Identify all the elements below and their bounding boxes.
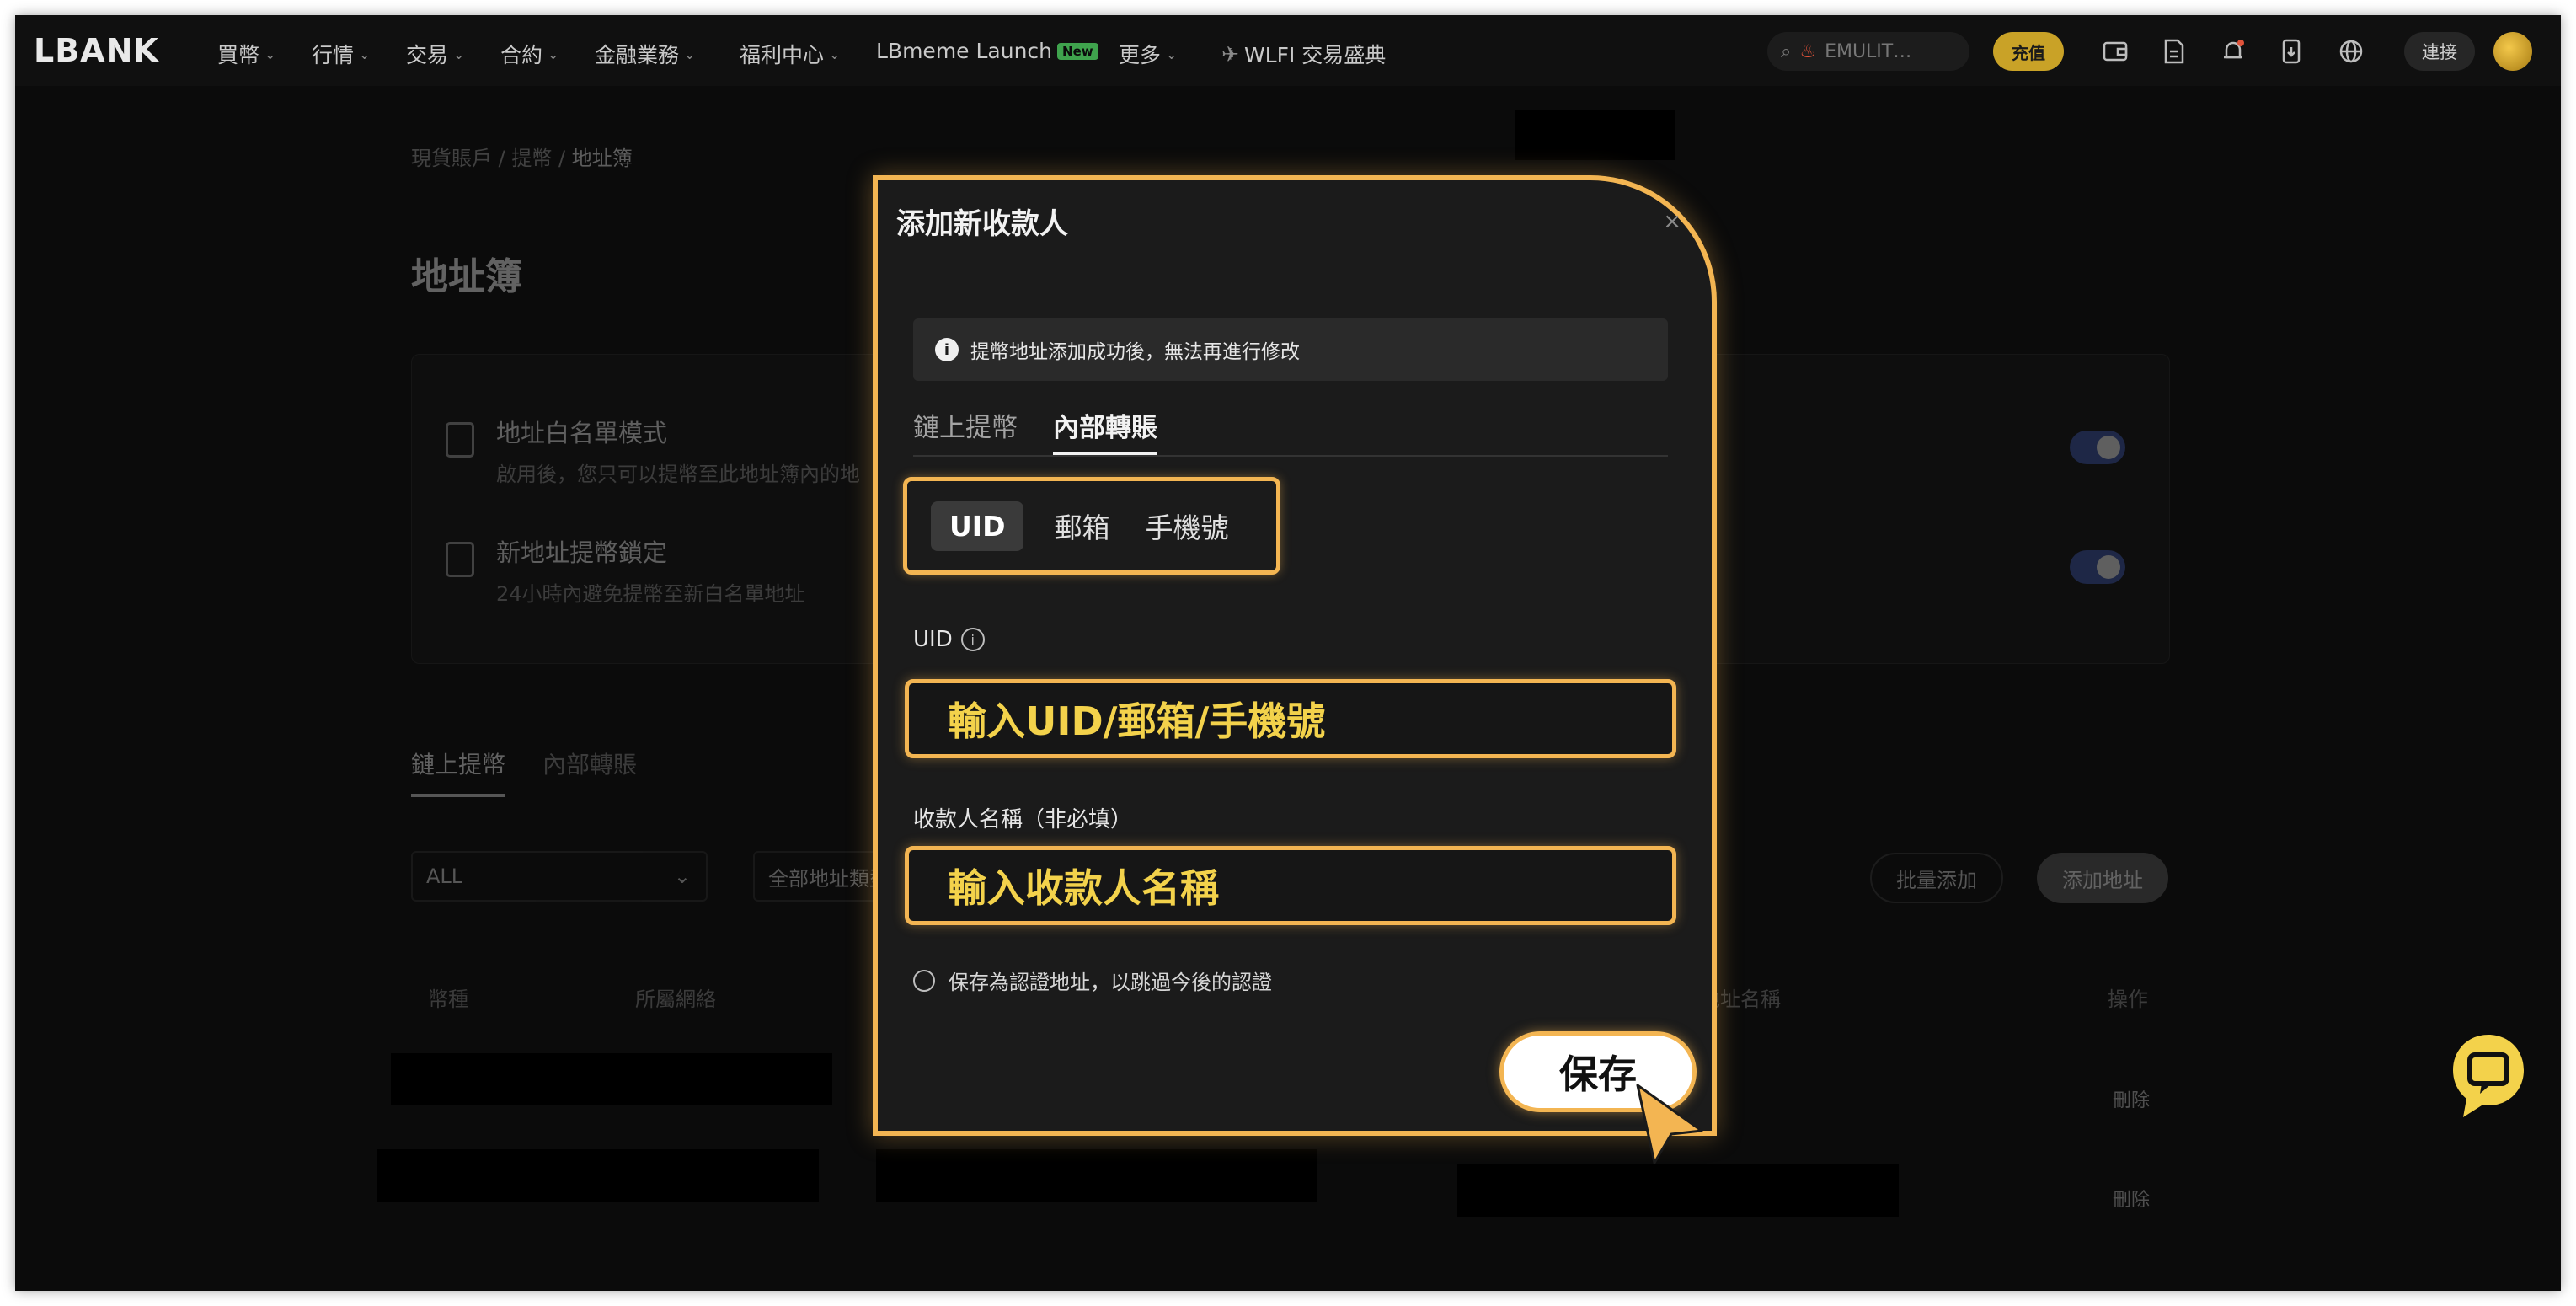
delete-link[interactable]: 刪除 bbox=[2113, 1185, 2150, 1212]
search-placeholder: EMULIT… bbox=[1825, 40, 1912, 62]
tab-onchain-withdraw[interactable]: 鏈上提幣 bbox=[913, 406, 1018, 455]
new-badge: New bbox=[1057, 42, 1098, 60]
wallet-icon[interactable] bbox=[2099, 35, 2131, 67]
save-verified-option[interactable]: 保存為認證地址，以跳過今後的認證 bbox=[913, 966, 1272, 995]
nav-item-futures[interactable]: 合約 ⌄ bbox=[500, 39, 558, 69]
deposit-button[interactable]: 充值 bbox=[1993, 32, 2064, 71]
delete-link[interactable]: 刪除 bbox=[2113, 1085, 2150, 1112]
bell-icon[interactable] bbox=[2217, 35, 2249, 67]
setting-new-address-lock: 新地址提幣鎖定 24小時內避免提幣至新白名單地址 bbox=[446, 533, 805, 607]
logo[interactable]: LBANK bbox=[34, 32, 159, 69]
address-tabs: 鏈上提幣 內部轉賬 bbox=[411, 747, 637, 797]
redacted-region bbox=[876, 1149, 1317, 1202]
fire-icon: ♨ bbox=[1799, 40, 1817, 62]
segment-phone[interactable]: 手機號 bbox=[1140, 497, 1233, 554]
add-address-button[interactable]: 添加地址 bbox=[2037, 853, 2168, 903]
recipient-type-selector: UID 郵箱 手機號 bbox=[903, 477, 1280, 575]
uid-input[interactable]: 輸入UID/郵箱/手機號 bbox=[905, 679, 1676, 758]
radio-button[interactable] bbox=[913, 969, 935, 992]
chat-icon[interactable] bbox=[2448, 1030, 2529, 1122]
avatar[interactable] bbox=[2493, 32, 2532, 71]
modal-title: 添加新收款人 bbox=[896, 207, 1068, 241]
app-window: LBANK 買幣 ⌄ 行情 ⌄ 交易 ⌄ 合約 ⌄ 金融業務 ⌄ 福利中心 ⌄ LBmeme… bbox=[15, 15, 2561, 1291]
redacted-region bbox=[1457, 1164, 1899, 1217]
page-title: 地址簿 bbox=[411, 255, 522, 298]
eagle-icon: ✈ bbox=[1221, 41, 1239, 67]
nav-item-wlfi-event[interactable]: ✈ WLFI 交易盛典 bbox=[1221, 39, 1386, 69]
segment-email[interactable]: 郵箱 bbox=[1049, 497, 1114, 554]
chevron-down-icon: ⌄ bbox=[359, 45, 371, 62]
redacted-region bbox=[391, 1053, 832, 1105]
chevron-down-icon: ⌄ bbox=[1166, 45, 1178, 62]
download-icon[interactable] bbox=[2276, 35, 2308, 67]
breadcrumb-current: 地址簿 bbox=[571, 147, 633, 170]
connect-button[interactable]: 連接 bbox=[2404, 32, 2475, 71]
breadcrumb-withdraw[interactable]: 提幣 bbox=[511, 147, 552, 170]
setting-whitelist-mode: 地址白名單模式 啟用後，您只可以提幣至此地址簿內的地 bbox=[446, 414, 860, 487]
table-header-coin: 幣種 bbox=[428, 988, 468, 1011]
payee-name-input[interactable]: 輸入收款人名稱 bbox=[905, 846, 1676, 925]
payee-name-label: 收款人名稱（非必填） bbox=[913, 807, 1133, 832]
table-header-actions: 操作 bbox=[2108, 988, 2148, 1011]
nav-item-rewards[interactable]: 福利中心 ⌄ bbox=[740, 39, 840, 69]
modal-tabs: 鏈上提幣 內部轉賬 bbox=[913, 406, 1668, 457]
coin-filter-select[interactable]: ALL ⌄ bbox=[411, 851, 708, 902]
uid-label: UID i bbox=[913, 627, 985, 652]
document-icon bbox=[446, 422, 474, 458]
nav-item-buy-crypto[interactable]: 買幣 ⌄ bbox=[217, 39, 275, 69]
redacted-region bbox=[1515, 110, 1675, 160]
pointer-cursor-icon bbox=[1636, 1084, 1703, 1164]
tab-onchain-withdraw[interactable]: 鏈上提幣 bbox=[411, 747, 506, 797]
payee-name-placeholder: 輸入收款人名稱 bbox=[948, 865, 1219, 911]
nav-item-lbmeme-launch[interactable]: LBmeme Launch New bbox=[876, 39, 1098, 63]
chevron-down-icon: ⌄ bbox=[453, 45, 465, 62]
nav-item-markets[interactable]: 行情 ⌄ bbox=[312, 39, 370, 69]
chevron-down-icon: ⌄ bbox=[829, 45, 841, 62]
search-icon: ⌕ bbox=[1781, 40, 1792, 62]
tab-internal-transfer[interactable]: 內部轉賬 bbox=[542, 747, 637, 797]
globe-icon[interactable] bbox=[2335, 35, 2367, 67]
lock-icon bbox=[446, 542, 474, 577]
info-icon: i bbox=[935, 338, 959, 361]
info-icon[interactable]: i bbox=[960, 628, 985, 651]
new-address-lock-toggle[interactable] bbox=[2070, 550, 2125, 584]
breadcrumb: 現貨賬戶 / 提幣 / 地址簿 bbox=[411, 147, 633, 170]
search-input[interactable]: ⌕ ♨ EMULIT… bbox=[1767, 32, 1969, 71]
add-payee-modal: 添加新收款人 × i 提幣地址添加成功後，無法再進行修改 鏈上提幣 內部轉賬 U… bbox=[873, 175, 1717, 1136]
uid-input-placeholder: 輸入UID/郵箱/手機號 bbox=[948, 698, 1326, 744]
chevron-down-icon: ⌄ bbox=[673, 864, 691, 888]
nav-item-finance[interactable]: 金融業務 ⌄ bbox=[595, 39, 695, 69]
close-icon[interactable]: × bbox=[1663, 209, 1681, 234]
table-header-network: 所屬網絡 bbox=[635, 988, 716, 1011]
breadcrumb-spot-account[interactable]: 現貨賬戶 bbox=[411, 147, 492, 170]
top-nav: LBANK 買幣 ⌄ 行情 ⌄ 交易 ⌄ 合約 ⌄ 金融業務 ⌄ 福利中心 ⌄ LBmeme… bbox=[15, 15, 2561, 86]
nav-item-trade[interactable]: 交易 ⌄ bbox=[406, 39, 464, 69]
tab-internal-transfer[interactable]: 內部轉賬 bbox=[1053, 406, 1157, 455]
document-icon[interactable] bbox=[2158, 35, 2190, 67]
info-notice: i 提幣地址添加成功後，無法再進行修改 bbox=[913, 318, 1668, 381]
chevron-down-icon: ⌄ bbox=[684, 45, 696, 62]
segment-uid[interactable]: UID bbox=[931, 500, 1024, 551]
chevron-down-icon: ⌄ bbox=[548, 45, 559, 62]
batch-add-button[interactable]: 批量添加 bbox=[1870, 853, 2003, 903]
whitelist-toggle[interactable] bbox=[2070, 431, 2125, 464]
redacted-region bbox=[377, 1149, 819, 1202]
nav-item-more[interactable]: 更多 ⌄ bbox=[1119, 39, 1177, 69]
chevron-down-icon: ⌄ bbox=[265, 45, 276, 62]
